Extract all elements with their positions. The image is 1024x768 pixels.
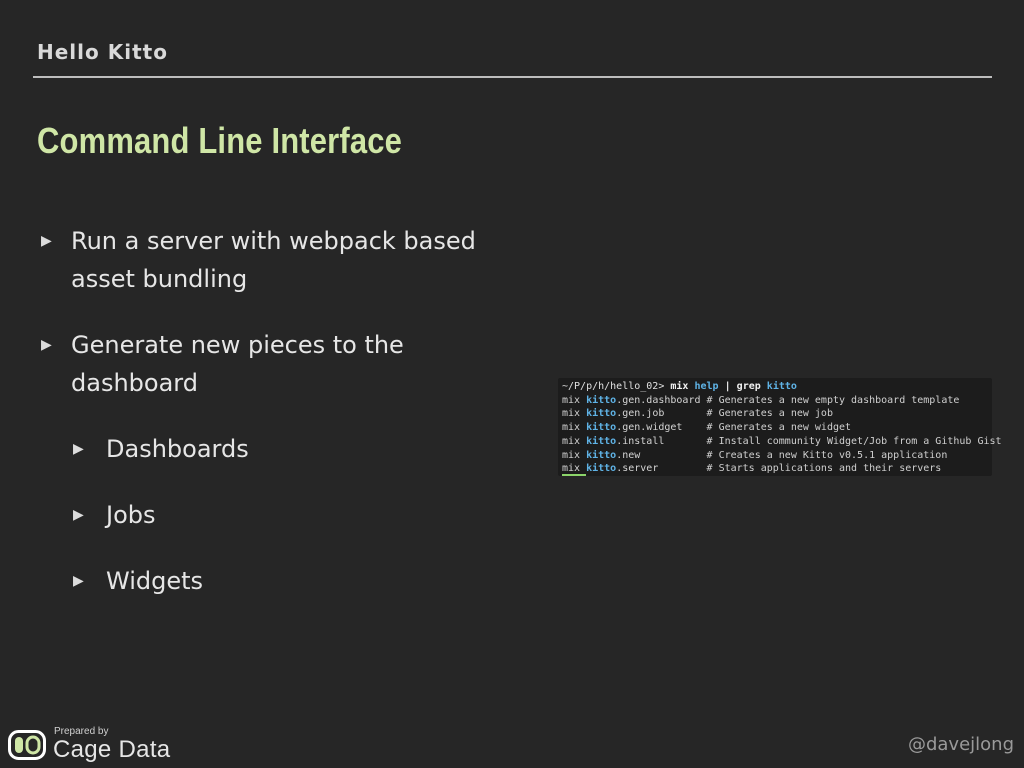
task-padding [682, 422, 706, 433]
task-comment: # Generates a new job [706, 408, 833, 420]
task-comment: # Install community Widget/Job from a Gi… [706, 435, 1002, 447]
triangle-right-icon: ▶ [73, 441, 84, 457]
company-name: Cage Data [53, 736, 171, 763]
bullet-item: ▶ Generate new pieces to the dashboard [37, 326, 517, 402]
terminal-command-help: help [694, 381, 719, 392]
terminal-output-line: mix kitto.gen.job # Generates a new job [562, 407, 988, 421]
terminal-output-line: mix kitto.server # Starts applications a… [562, 462, 988, 477]
triangle-right-icon: ▶ [41, 337, 52, 353]
task-keyword: kitto [586, 394, 617, 406]
slide-title: Command Line Interface [37, 120, 403, 161]
task-padding [664, 436, 706, 447]
task-name: .gen.widget [616, 422, 683, 434]
triangle-right-icon: ▶ [73, 507, 84, 523]
triangle-right-icon: ▶ [41, 233, 52, 249]
task-keyword: kitto [586, 449, 617, 461]
header-divider [33, 76, 992, 78]
terminal-command-mix: mix [670, 381, 689, 392]
terminal-output-line: mix kitto.install # Install community Wi… [562, 435, 1002, 449]
task-comment: # Generates a new empty dashboard templa… [706, 394, 960, 406]
sub-bullet-text: Dashboards [106, 435, 249, 463]
sub-bullet-text: Jobs [106, 501, 156, 529]
section-title: Hello Kitto [37, 40, 168, 64]
task-comment: # Generates a new widget [706, 422, 852, 434]
task-prefix: mix [562, 422, 587, 434]
task-prefix: mix [562, 435, 587, 447]
terminal-output-line: mix kitto.gen.dashboard # Generates a ne… [562, 394, 988, 408]
task-prefix: mix [562, 463, 587, 477]
sub-bullet-item: ▶ Widgets [37, 562, 517, 600]
task-name: .gen.dashboard [616, 394, 701, 406]
task-keyword: kitto [586, 422, 617, 434]
terminal-pipe: | [724, 381, 731, 392]
terminal-grep-arg: kitto [766, 381, 797, 392]
slide: Hello Kitto Command Line Interface ▶ Run… [0, 0, 1024, 768]
cage-data-logo-icon [8, 730, 46, 760]
task-keyword: kitto [586, 463, 617, 475]
sub-bullet-item: ▶ Dashboards [37, 430, 517, 468]
task-keyword: kitto [586, 435, 617, 447]
terminal-screenshot: ~/P/p/h/hello_02> mix help | grep kitto … [558, 378, 1002, 477]
terminal-prompt: ~/P/p/h/hello_02> [562, 381, 665, 392]
task-padding [664, 408, 706, 419]
triangle-right-icon: ▶ [73, 573, 84, 589]
bullet-text: Run a server with webpack based asset bu… [71, 227, 476, 293]
task-comment: # Starts applications and their servers [706, 463, 942, 475]
task-keyword: kitto [586, 408, 617, 420]
author-handle: @davejlong [907, 734, 1014, 755]
task-prefix: mix [562, 408, 587, 420]
bullet-text: Generate new pieces to the dashboard [71, 331, 404, 397]
terminal-command-line: ~/P/p/h/hello_02> mix help | grep kitto [562, 380, 988, 394]
bullet-list: ▶ Run a server with webpack based asset … [37, 222, 517, 628]
task-comment: # Creates a new Kitto v0.5.1 application [706, 449, 948, 461]
sub-bullet-item: ▶ Jobs [37, 496, 517, 534]
bullet-item: ▶ Run a server with webpack based asset … [37, 222, 517, 298]
cage-data-logo: Prepared by Cage Data [8, 724, 208, 766]
task-name: .server [616, 463, 659, 475]
task-name: .gen.job [616, 408, 665, 420]
terminal-command-grep: grep [736, 381, 761, 392]
task-name: .new [616, 449, 641, 461]
task-prefix: mix [562, 394, 587, 406]
terminal-output-line: mix kitto.new # Creates a new Kitto v0.5… [562, 449, 988, 463]
terminal-output-line: mix kitto.gen.widget # Generates a new w… [562, 421, 988, 435]
task-padding [640, 450, 706, 461]
task-padding [658, 463, 706, 474]
sub-bullet-text: Widgets [106, 567, 204, 595]
task-name: .install [616, 435, 665, 447]
task-prefix: mix [562, 449, 587, 461]
